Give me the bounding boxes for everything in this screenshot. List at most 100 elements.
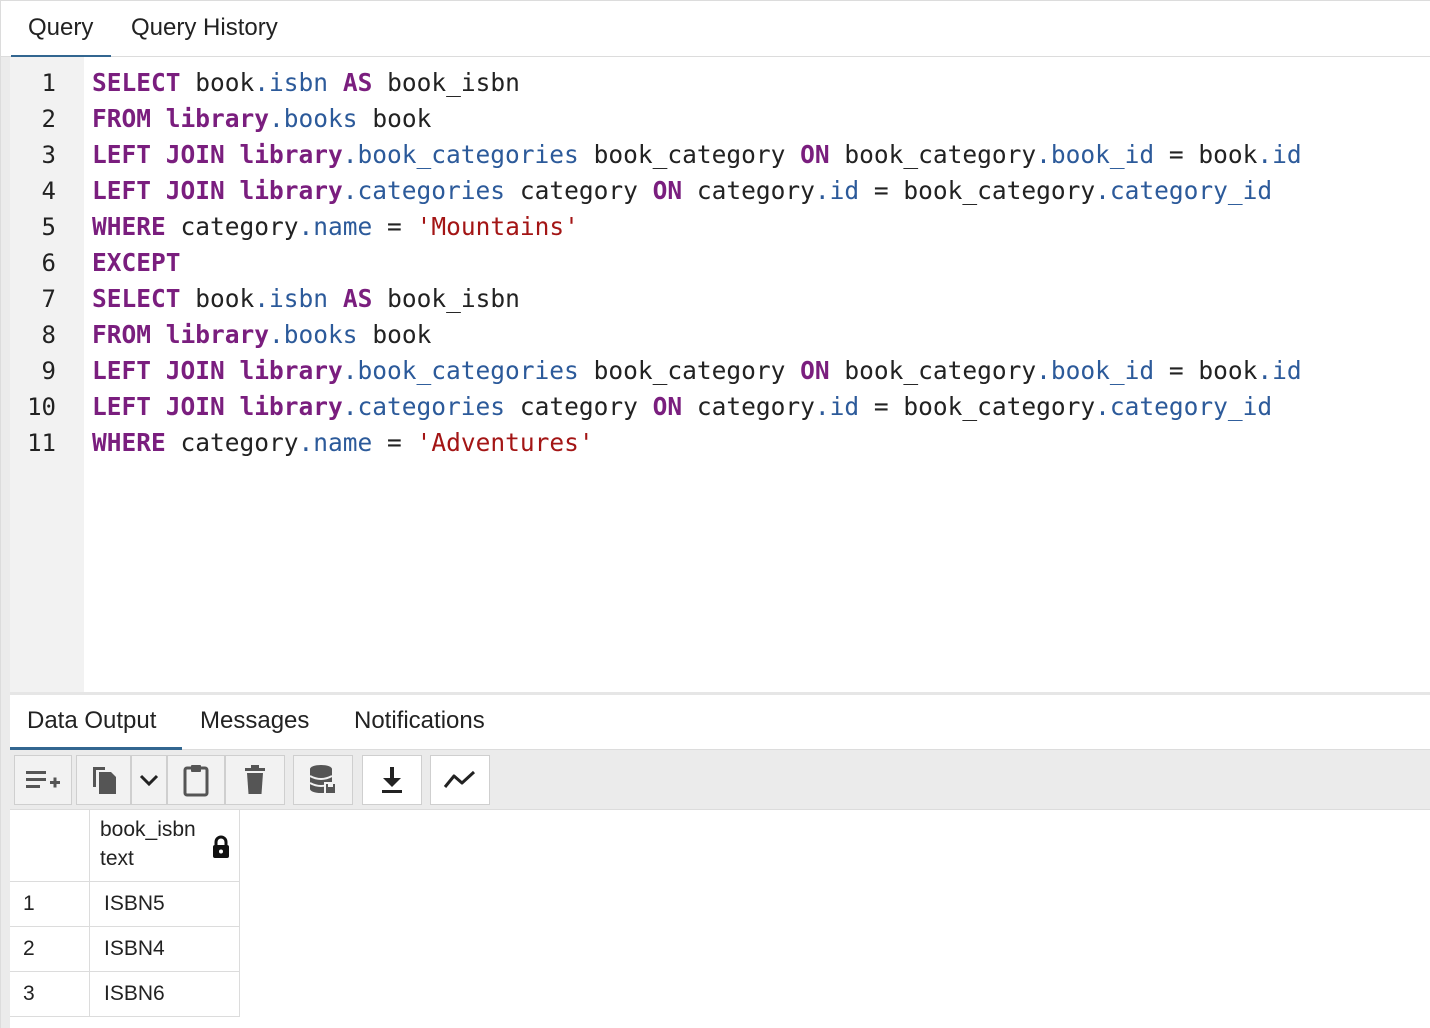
table-cell[interactable]: ISBN4 [90, 927, 240, 972]
sql-token: = book_category [859, 392, 1096, 421]
tab-messages[interactable]: Messages [200, 695, 309, 749]
sql-token: category [505, 176, 653, 205]
line-number: 11 [27, 429, 56, 457]
sql-token: .book_id [1036, 140, 1155, 169]
paste-icon [183, 765, 209, 797]
sql-token: library [239, 140, 343, 169]
sql-token: .name [298, 212, 373, 241]
line-number: 2 [41, 105, 56, 133]
column-name: book_isbn [100, 818, 196, 841]
sql-token: SELECT [92, 284, 181, 313]
code-line[interactable]: LEFT JOIN library.categories category ON… [92, 173, 1272, 209]
sql-token: category [505, 392, 653, 421]
download-button[interactable] [362, 755, 422, 805]
code-line[interactable]: SELECT book.isbn AS book_isbn [92, 65, 520, 101]
tab-query-history[interactable]: Query History [131, 1, 278, 57]
sql-token: .categories [342, 392, 506, 421]
code-line[interactable]: LEFT JOIN library.book_categories book_c… [92, 353, 1302, 389]
row-number-cell[interactable]: 1 [10, 882, 90, 927]
sql-token: AS [342, 68, 373, 97]
add-row-button[interactable] [14, 755, 72, 805]
tab-query[interactable]: Query [11, 1, 111, 59]
line-number: 4 [41, 177, 56, 205]
code-line[interactable]: FROM library.books book [92, 101, 431, 137]
sql-token: = book [1154, 140, 1258, 169]
sql-token: SELECT [92, 68, 181, 97]
grid-corner-cell [10, 810, 90, 882]
save-data-button[interactable] [293, 755, 353, 805]
sql-token: ON [800, 356, 830, 385]
sql-token: LEFT JOIN [92, 392, 225, 421]
sql-token: = book_category [859, 176, 1096, 205]
table-cell[interactable]: ISBN6 [90, 972, 240, 1017]
sql-token: library [239, 392, 343, 421]
sql-token: book [357, 104, 432, 133]
code-line[interactable]: LEFT JOIN library.book_categories book_c… [92, 137, 1302, 173]
code-line[interactable]: WHERE category.name = 'Adventures' [92, 425, 594, 461]
sql-token: book_category [829, 140, 1037, 169]
delete-button[interactable] [225, 755, 285, 805]
sql-token: book_category [829, 356, 1037, 385]
line-number: 5 [41, 213, 56, 241]
sql-token: .book_categories [342, 140, 579, 169]
column-type: text [100, 847, 134, 870]
sql-token: .id [814, 392, 860, 421]
sql-token: .isbn [254, 284, 329, 313]
sql-token: book_isbn [372, 68, 520, 97]
code-line[interactable]: WHERE category.name = 'Mountains' [92, 209, 579, 245]
sql-token: .id [1257, 140, 1302, 169]
copy-icon [92, 767, 116, 794]
table-cell[interactable]: ISBN5 [90, 882, 240, 927]
row-number-cell[interactable]: 2 [10, 927, 90, 972]
delete-icon [245, 765, 265, 794]
sql-token: book_category [578, 356, 801, 385]
save-data-icon [309, 765, 336, 794]
sql-token: .id [814, 176, 860, 205]
copy-options-dropdown[interactable] [131, 755, 167, 805]
sql-token: ON [652, 392, 683, 421]
sql-token: FROM [92, 104, 152, 133]
sql-token: .isbn [254, 68, 329, 97]
sql-token: LEFT JOIN [92, 356, 225, 385]
line-number: 7 [41, 285, 56, 313]
line-number: 8 [41, 321, 56, 349]
sql-token: book_category [578, 140, 801, 169]
paste-button[interactable] [167, 755, 225, 805]
sql-token: .book_categories [342, 356, 579, 385]
sql-token: .category_id [1095, 392, 1273, 421]
code-line[interactable]: SELECT book.isbn AS book_isbn [92, 281, 520, 317]
sql-token: category [682, 176, 815, 205]
sql-token: category [682, 392, 815, 421]
sql-token: library [239, 176, 343, 205]
graph-visualiser-button[interactable] [430, 755, 490, 805]
code-line[interactable]: LEFT JOIN library.categories category ON… [92, 389, 1272, 425]
tab-data-output[interactable]: Data Output [10, 695, 182, 751]
sql-token: library [165, 104, 270, 133]
column-header-book-isbn[interactable]: book_isbn text [90, 810, 240, 882]
sql-token: = [372, 212, 417, 241]
code-line[interactable]: EXCEPT [92, 245, 181, 281]
sql-token: .category_id [1095, 176, 1273, 205]
sql-token: .books [269, 320, 358, 349]
row-number-cell[interactable]: 3 [10, 972, 90, 1017]
sql-token: .id [1257, 356, 1302, 385]
copy-button[interactable] [76, 755, 131, 805]
sql-token: library [165, 320, 270, 349]
line-number: 3 [41, 141, 56, 169]
query-tabs-bar: Query Query History [0, 0, 1430, 59]
line-number: 1 [41, 69, 56, 97]
sql-token: EXCEPT [92, 248, 181, 277]
add-row-icon [26, 771, 60, 788]
graph-icon [443, 770, 476, 788]
code-line[interactable]: FROM library.books book [92, 317, 431, 353]
tab-notifications[interactable]: Notifications [354, 695, 485, 749]
sql-token: ON [652, 176, 683, 205]
sql-editor[interactable]: 1 2 3 4 5 6 7 8 9 10 11 SELECT book.isbn AS book_i… [10, 57, 1430, 693]
sql-token: book [180, 284, 255, 313]
